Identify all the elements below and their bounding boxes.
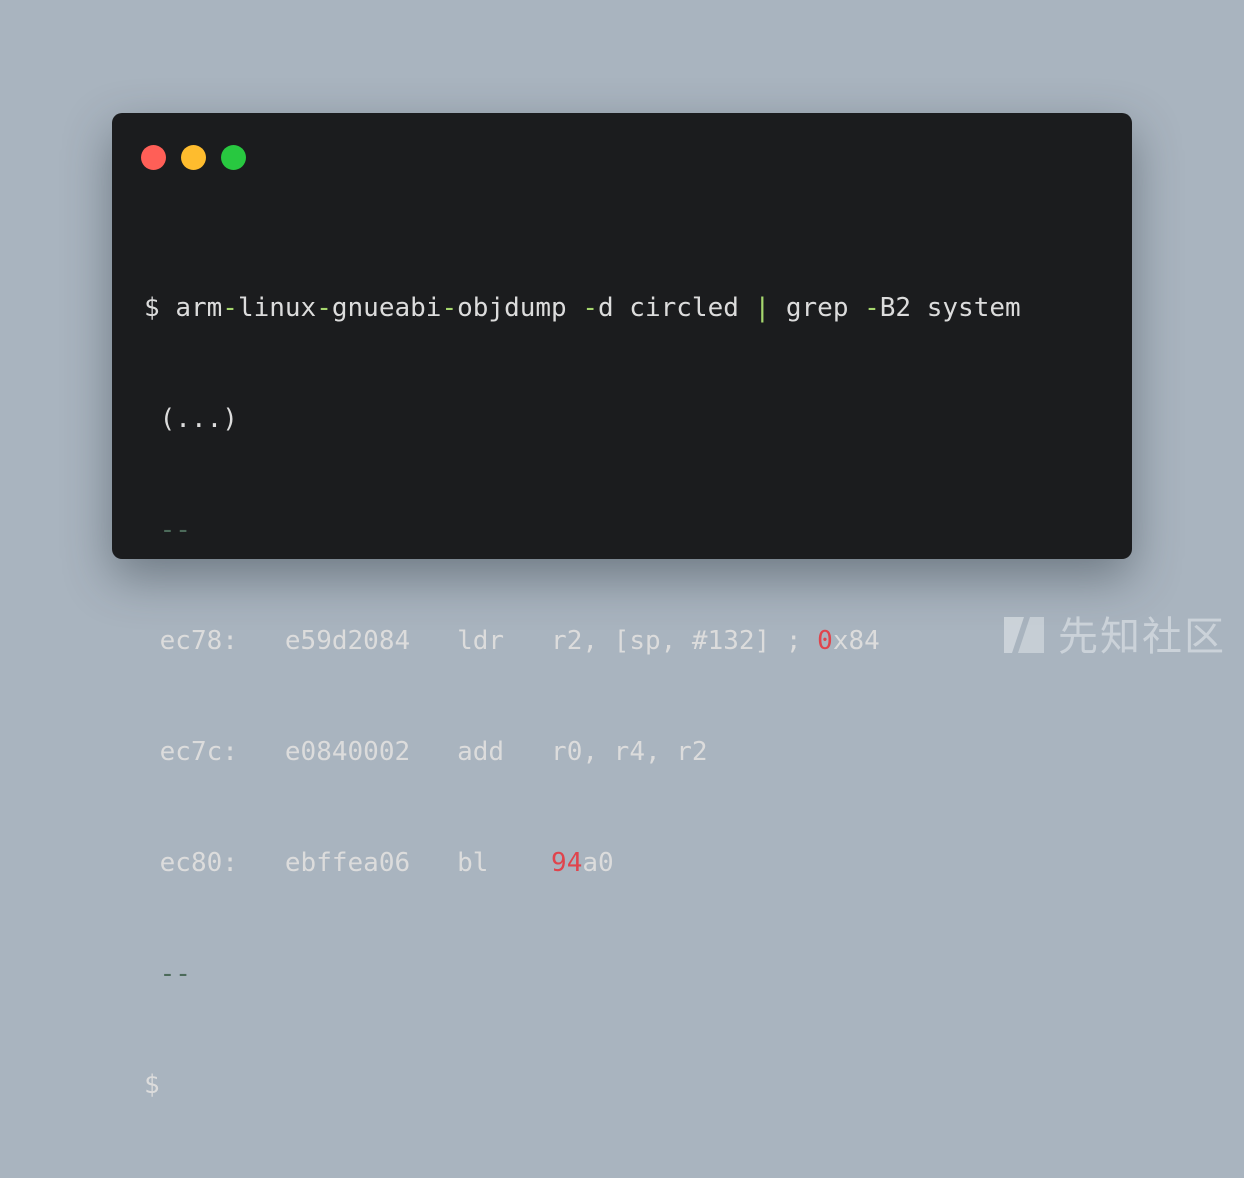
disasm-operands-number: 0 xyxy=(817,626,833,656)
command-operator: - xyxy=(222,293,238,323)
disasm-mnemonic: add xyxy=(457,737,505,767)
prompt-symbol: $ xyxy=(144,293,160,323)
watermark: 先知社区 xyxy=(1000,604,1226,662)
separator-line-bottom: -- xyxy=(144,956,1021,993)
command-segment: d circled xyxy=(598,293,755,323)
disasm-address: ec7c: xyxy=(159,737,238,767)
command-segment: objdump xyxy=(457,293,583,323)
separator-text: -- xyxy=(159,959,191,989)
window-controls xyxy=(141,145,246,170)
watermark-text: 先知社区 xyxy=(1058,614,1226,660)
disasm-mnemonic: ldr xyxy=(457,626,505,656)
command-line: $ arm-linux-gnueabi-objdump -d circled |… xyxy=(144,290,1021,327)
disasm-operands-tail: a0 xyxy=(582,848,614,878)
disasm-row: ec78: e59d2084 ldr r2, [sp, #132] ; 0x84 xyxy=(144,623,1021,660)
command-segment: arm xyxy=(175,293,223,323)
xianzhi-logo-icon xyxy=(1004,617,1044,653)
ellipsis-line: (...) xyxy=(144,401,1021,438)
command-operator: - xyxy=(864,293,880,323)
separator-text: -- xyxy=(159,515,191,545)
disasm-operands-number: 94 xyxy=(551,848,583,878)
command-segment: B2 system xyxy=(879,293,1021,323)
disasm-address: ec80: xyxy=(159,848,238,878)
pipe-operator: | xyxy=(754,293,771,323)
disasm-address: ec78: xyxy=(159,626,238,656)
disasm-row: ec7c: e0840002 add r0, r4, r2 xyxy=(144,734,1021,771)
terminal-window: $ arm-linux-gnueabi-objdump -d circled |… xyxy=(112,113,1132,1100)
disasm-hex: e0840002 xyxy=(284,737,411,767)
command-segment: grep xyxy=(770,293,865,323)
terminal-output: $ arm-linux-gnueabi-objdump -d circled |… xyxy=(144,216,1021,1178)
disasm-hex: ebffea06 xyxy=(284,848,411,878)
disasm-row: ec80: ebffea06 bl 94a0 xyxy=(144,845,1021,882)
separator-line-top: -- xyxy=(144,512,1021,549)
close-button[interactable] xyxy=(141,145,166,170)
ellipsis-text: (...) xyxy=(159,404,238,434)
command-segment: gnueabi xyxy=(331,293,442,323)
command-operator: - xyxy=(441,293,458,323)
minimize-button[interactable] xyxy=(181,145,206,170)
command-operator: - xyxy=(582,293,598,323)
disasm-operands: r0, r4, r2 xyxy=(551,737,708,767)
command-segment: linux xyxy=(237,293,317,323)
command-operator: - xyxy=(316,293,332,323)
disasm-operands-tail: x84 xyxy=(832,626,880,656)
maximize-button[interactable] xyxy=(221,145,246,170)
prompt-symbol: $ xyxy=(144,1070,160,1100)
final-prompt-line[interactable]: $ xyxy=(144,1067,1021,1104)
disasm-operands: r2, [sp, #132] ; xyxy=(551,626,818,656)
disasm-mnemonic: bl xyxy=(457,848,489,878)
disasm-hex: e59d2084 xyxy=(284,626,411,656)
